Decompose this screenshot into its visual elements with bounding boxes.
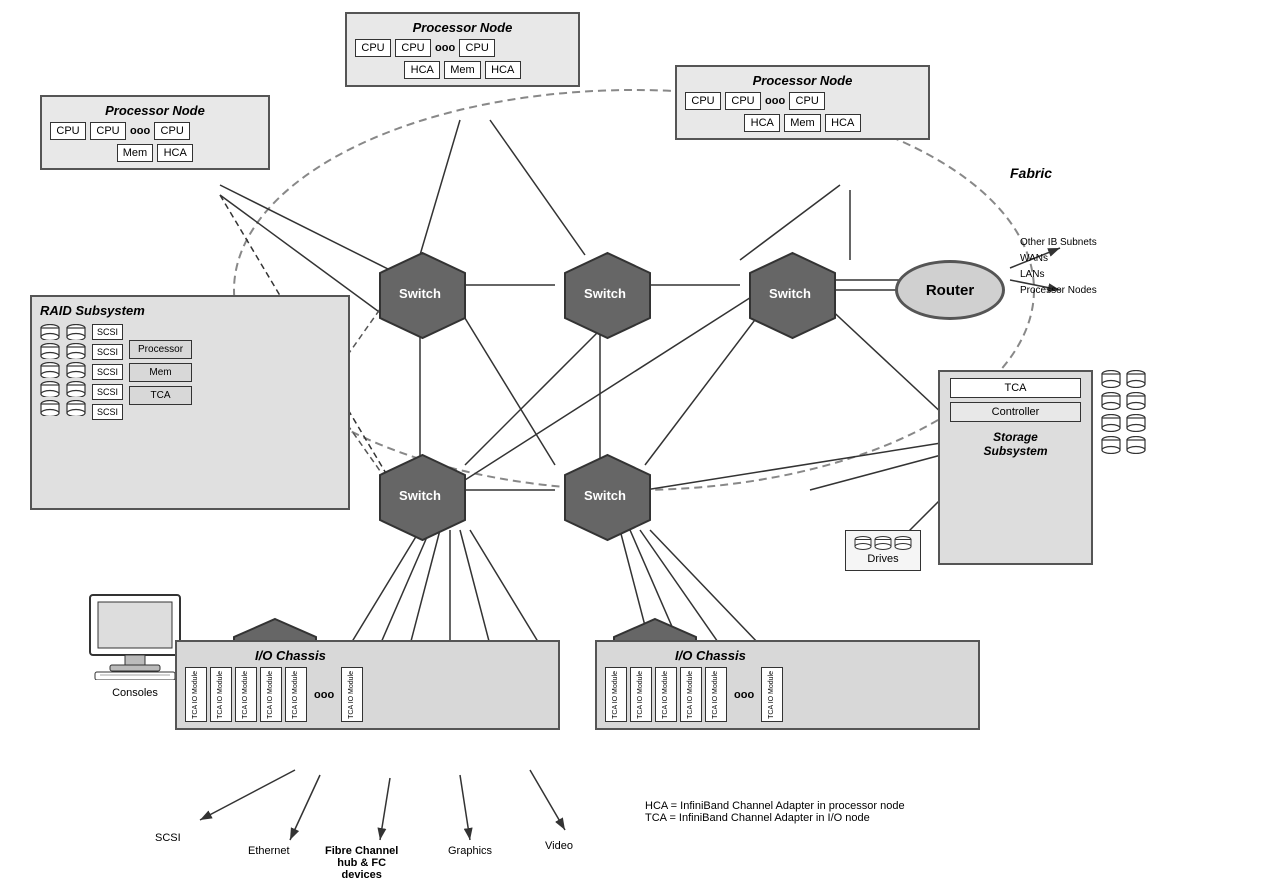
io-dots-right: ooo bbox=[730, 667, 758, 722]
processor-node-top-left: Processor Node CPU CPU ooo CPU Mem HCA bbox=[40, 95, 270, 170]
raid-processor: Processor bbox=[129, 340, 192, 359]
io-mod-l-2: TCA IO Module bbox=[210, 667, 232, 722]
cpu-box-2: CPU bbox=[90, 122, 126, 140]
proc-node-top-right-cpu-row: CPU CPU ooo CPU bbox=[685, 92, 920, 110]
cpu-box-tc-2: CPU bbox=[395, 39, 431, 57]
processor-node-top-center: Processor Node CPU CPU ooo CPU HCA Mem H… bbox=[345, 12, 580, 87]
drives-box: Drives bbox=[845, 530, 921, 571]
scsi-column: SCSI SCSI SCSI SCSI SCSI bbox=[92, 324, 123, 420]
fibre-channel-label: Fibre Channel hub & FC devices bbox=[325, 845, 398, 881]
legend-tca: TCA = InfiniBand Channel Adapter in I/O … bbox=[645, 812, 905, 824]
dots-1: ooo bbox=[130, 125, 150, 137]
main-diagram: Processor Node CPU CPU ooo CPU Mem HCA P… bbox=[0, 0, 1268, 888]
processor-node-top-right: Processor Node CPU CPU ooo CPU HCA Mem H… bbox=[675, 65, 930, 140]
scsi-4: SCSI bbox=[92, 384, 123, 400]
fabric-label: Fabric bbox=[1010, 165, 1052, 181]
io-modules-right: TCA IO Module TCA IO Module TCA IO Modul… bbox=[605, 667, 970, 722]
router-label: Router bbox=[926, 282, 974, 299]
ib-label-2: WANs bbox=[1020, 251, 1097, 267]
proc-node-top-left-title: Processor Node bbox=[50, 103, 260, 118]
tca-controller-col: TCA Controller bbox=[950, 378, 1081, 422]
io-chassis-left: I/O Chassis TCA IO Module TCA IO Module … bbox=[175, 640, 560, 730]
storage-title: Storage Subsystem bbox=[950, 430, 1081, 458]
proc-node-top-center-mem-row: HCA Mem HCA bbox=[355, 61, 570, 79]
scsi-3: SCSI bbox=[92, 364, 123, 380]
drives-label: Drives bbox=[854, 553, 912, 565]
io-chassis-right-title: I/O Chassis bbox=[675, 648, 746, 663]
console-box: Consoles bbox=[80, 590, 190, 699]
hca-box-tr-1: HCA bbox=[744, 114, 780, 132]
switch-bottom-left: Switch bbox=[375, 450, 470, 550]
io-dots-left: ooo bbox=[310, 667, 338, 722]
proc-node-top-center-title: Processor Node bbox=[355, 20, 570, 35]
dots-tr: ooo bbox=[765, 95, 785, 107]
storage-controller: Controller bbox=[950, 402, 1081, 422]
io-mod-r-5: TCA IO Module bbox=[705, 667, 727, 722]
hca-box-tc-2: HCA bbox=[485, 61, 521, 79]
cpu-box-tr-1: CPU bbox=[685, 92, 721, 110]
ethernet-label: Ethernet bbox=[248, 845, 290, 857]
io-mod-r-6: TCA IO Module bbox=[761, 667, 783, 722]
raid-title: RAID Subsystem bbox=[40, 303, 340, 318]
io-mod-l-1: TCA IO Module bbox=[185, 667, 207, 722]
cpu-box-3: CPU bbox=[154, 122, 190, 140]
legend-hca: HCA = InfiniBand Channel Adapter in proc… bbox=[645, 800, 905, 812]
proc-node-top-left-cpu-row: CPU CPU ooo CPU bbox=[50, 122, 260, 140]
scsi-2: SCSI bbox=[92, 344, 123, 360]
scsi-5: SCSI bbox=[92, 404, 123, 420]
raid-tca: TCA bbox=[129, 386, 192, 405]
graphics-label: Graphics bbox=[448, 845, 492, 857]
switch-top-right: Switch bbox=[745, 248, 840, 348]
switch-top-center: Switch bbox=[560, 248, 655, 348]
ib-label-4: Processor Nodes bbox=[1020, 283, 1097, 299]
io-modules-left: TCA IO Module TCA IO Module TCA IO Modul… bbox=[185, 667, 550, 722]
legend: HCA = InfiniBand Channel Adapter in proc… bbox=[645, 800, 905, 824]
other-ib-labels: Other IB Subnets WANs LANs Processor Nod… bbox=[1020, 235, 1097, 299]
hca-box-tc-1: HCA bbox=[404, 61, 440, 79]
disk-col-1 bbox=[40, 324, 60, 420]
storage-disks bbox=[1100, 370, 1147, 454]
scsi-1: SCSI bbox=[92, 324, 123, 340]
raid-mem: Mem bbox=[129, 363, 192, 382]
ib-label-1: Other IB Subnets bbox=[1020, 235, 1097, 251]
proc-node-top-center-cpu-row: CPU CPU ooo CPU bbox=[355, 39, 570, 57]
io-chassis-right: I/O Chassis TCA IO Module TCA IO Module … bbox=[595, 640, 980, 730]
cpu-box-tr-2: CPU bbox=[725, 92, 761, 110]
switch-top-left: Switch bbox=[375, 248, 470, 348]
hca-box-1: HCA bbox=[157, 144, 193, 162]
raid-subsystem: RAID Subsystem SCSI SCSI bbox=[30, 295, 350, 510]
cpu-box-tc-3: CPU bbox=[459, 39, 495, 57]
io-mod-r-1: TCA IO Module bbox=[605, 667, 627, 722]
cpu-box-tr-3: CPU bbox=[789, 92, 825, 110]
ib-label-3: LANs bbox=[1020, 267, 1097, 283]
storage-subsystem: TCA Controller Storage Subsystem bbox=[938, 370, 1093, 565]
disk-col-2 bbox=[66, 324, 86, 420]
scsi-arrow-label: SCSI bbox=[155, 832, 181, 844]
io-mod-l-3: TCA IO Module bbox=[235, 667, 257, 722]
mem-box-1: Mem bbox=[117, 144, 153, 162]
proc-node-top-right-mem-row: HCA Mem HCA bbox=[685, 114, 920, 132]
console-label: Consoles bbox=[80, 687, 190, 699]
mem-box-tc: Mem bbox=[444, 61, 480, 79]
io-mod-r-4: TCA IO Module bbox=[680, 667, 702, 722]
dots-tc: ooo bbox=[435, 42, 455, 54]
router: Router bbox=[895, 260, 1005, 320]
storage-tca: TCA bbox=[950, 378, 1081, 398]
io-mod-l-5: TCA IO Module bbox=[285, 667, 307, 722]
video-label: Video bbox=[545, 840, 573, 852]
io-mod-r-3: TCA IO Module bbox=[655, 667, 677, 722]
proc-mem-tca: Processor Mem TCA bbox=[129, 324, 192, 420]
cpu-box-1: CPU bbox=[50, 122, 86, 140]
hca-box-tr-2: HCA bbox=[825, 114, 861, 132]
raid-inner: SCSI SCSI SCSI SCSI SCSI Processor Mem T… bbox=[40, 324, 340, 420]
mem-box-tr: Mem bbox=[784, 114, 820, 132]
io-mod-r-2: TCA IO Module bbox=[630, 667, 652, 722]
io-mod-l-6: TCA IO Module bbox=[341, 667, 363, 722]
io-chassis-left-title: I/O Chassis bbox=[255, 648, 326, 663]
io-mod-l-4: TCA IO Module bbox=[260, 667, 282, 722]
cpu-box-tc-1: CPU bbox=[355, 39, 391, 57]
switch-bottom-center: Switch bbox=[560, 450, 655, 550]
proc-node-top-right-title: Processor Node bbox=[685, 73, 920, 88]
proc-node-top-left-mem-row: Mem HCA bbox=[50, 144, 260, 162]
